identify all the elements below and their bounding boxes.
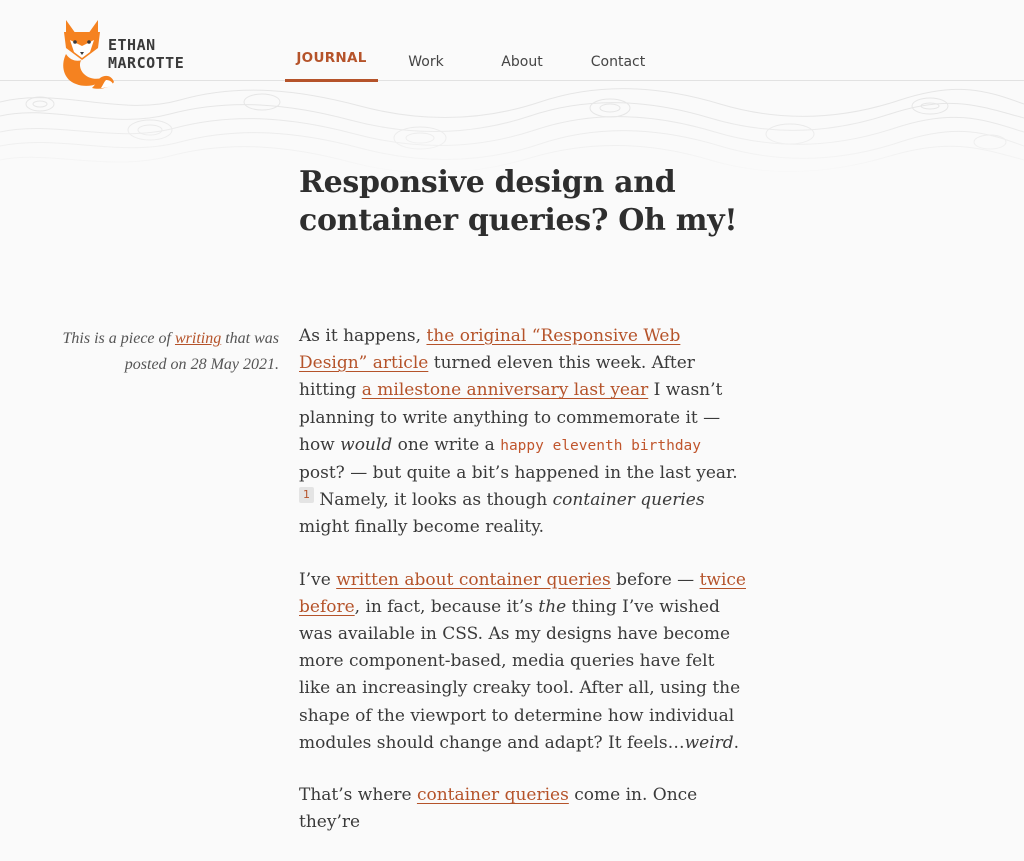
meta-suffix: . bbox=[275, 356, 279, 373]
logo-wordmark: ETHAN MARCOTTE bbox=[108, 36, 184, 72]
post-date: 28 May 2021 bbox=[190, 356, 275, 373]
meta-prefix: This is a piece of bbox=[62, 330, 175, 347]
site-logo[interactable]: ETHAN MARCOTTE bbox=[60, 18, 220, 92]
main-nav: JOURNAL Work About Contact bbox=[285, 0, 666, 82]
link-written-about-container-queries[interactable]: written about container queries bbox=[336, 570, 611, 590]
emphasis-container-queries: container queries bbox=[552, 490, 705, 511]
text: , in fact, because it’s bbox=[354, 596, 539, 617]
link-milestone-anniversary[interactable]: a milestone anniversary last year bbox=[362, 380, 649, 400]
text: before — bbox=[610, 569, 700, 590]
text: . bbox=[733, 732, 740, 753]
text: might finally become reality. bbox=[299, 517, 544, 538]
code-happy-eleventh-birthday: happy eleventh birthday bbox=[500, 437, 702, 454]
post-title: Responsive design and container queries?… bbox=[299, 165, 738, 238]
text: I’ve bbox=[299, 569, 337, 590]
paragraph-2: I’ve written about container queries bef… bbox=[299, 567, 749, 757]
logo-line-2: MARCOTTE bbox=[108, 54, 185, 72]
text: As it happens, bbox=[299, 326, 427, 346]
post-body: As it happens, the original “Responsive … bbox=[299, 323, 749, 861]
text: post? — but quite a bit’s happened in th… bbox=[299, 463, 738, 484]
nav-item-journal[interactable]: JOURNAL bbox=[285, 0, 378, 82]
category-link-writing[interactable]: writing bbox=[175, 330, 221, 347]
topographic-background bbox=[0, 82, 1024, 177]
text: That’s where bbox=[299, 785, 417, 806]
nav-item-contact[interactable]: Contact bbox=[570, 0, 666, 81]
emphasis-weird: weird bbox=[684, 732, 734, 753]
emphasis-would: would bbox=[340, 434, 393, 455]
text: thing I’ve wished was available in CSS. … bbox=[299, 596, 741, 753]
nav-item-work[interactable]: Work bbox=[378, 0, 474, 81]
logo-line-1: ETHAN bbox=[108, 36, 156, 54]
text: Namely, it looks as though bbox=[314, 490, 553, 511]
post-meta: This is a piece of writing that was post… bbox=[60, 326, 279, 378]
paragraph-3: That’s where container queries come in. … bbox=[299, 782, 749, 836]
site-header: ETHAN MARCOTTE JOURNAL Work About Contac… bbox=[0, 0, 1024, 89]
paragraph-1: As it happens, the original “Responsive … bbox=[299, 323, 749, 542]
emphasis-the: the bbox=[538, 596, 567, 617]
link-container-queries[interactable]: container queries bbox=[417, 785, 569, 805]
footnote-ref-1[interactable]: 1 bbox=[299, 487, 314, 504]
nav-item-about[interactable]: About bbox=[474, 0, 570, 81]
text: one write a bbox=[392, 434, 501, 455]
